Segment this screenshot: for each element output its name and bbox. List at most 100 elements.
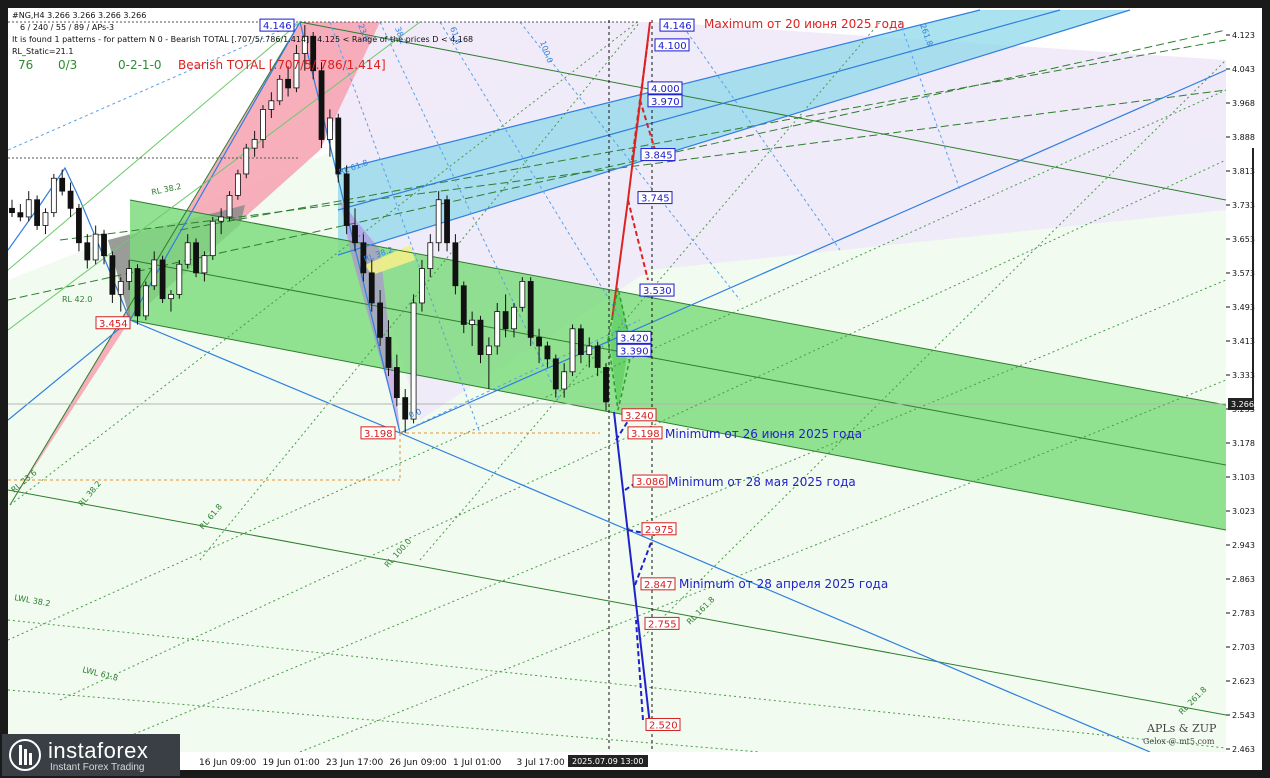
candle-body <box>352 225 358 244</box>
indicator-params: 6 / 240 / 55 / 89 / APs-3 <box>20 23 114 32</box>
candle-body <box>402 397 409 420</box>
price-label-blue: 4.000 <box>647 81 683 95</box>
annotation-min-may: Minimum от 28 мая 2025 года <box>668 475 856 489</box>
price-tick-label: 3.413 <box>1232 337 1255 346</box>
logo-tagline: Instant Forex Trading <box>50 762 145 773</box>
price-tick-label: 2.703 <box>1232 643 1255 652</box>
price-label-blue-text: 3.970 <box>651 97 680 108</box>
candle <box>569 324 576 377</box>
instaforex-logo: instaforex Instant Forex Trading <box>2 734 180 776</box>
candle-body <box>469 319 476 325</box>
price-label-blue-text: 3.420 <box>620 333 649 344</box>
candle-body <box>59 177 66 192</box>
candle-body <box>452 242 459 287</box>
candle-body <box>435 199 442 244</box>
price-tick-label: 3.023 <box>1232 507 1255 516</box>
price-label-blue-text: 3.390 <box>620 346 649 357</box>
candle-body <box>151 259 158 287</box>
price-label-blue-text: 4.100 <box>658 41 687 52</box>
pattern-point-b: 3.454 <box>95 316 131 330</box>
time-tick-label: 26 Jun 09:00 <box>390 758 447 768</box>
candle-body <box>142 285 149 317</box>
price-label-red: 3.240 <box>621 408 657 422</box>
candle-body <box>444 199 450 244</box>
watermark-line1: APLs & ZUP <box>1146 722 1217 735</box>
candle <box>410 294 417 424</box>
counter-a: 76 <box>18 58 33 72</box>
price-label-red-text: 2.520 <box>649 720 678 731</box>
candle-body <box>335 117 342 175</box>
price-label-red-text: 2.975 <box>645 525 674 536</box>
price-label-red: 2.520 <box>645 717 681 731</box>
candle-body <box>410 302 417 420</box>
candle <box>444 195 450 252</box>
price-label-red: 3.198 <box>627 426 663 440</box>
candle-body <box>226 195 233 218</box>
time-tick-label: 16 Jun 09:00 <box>199 758 256 768</box>
candle-body <box>594 345 601 368</box>
candle-body <box>561 371 568 390</box>
price-label-blue-text: 3.745 <box>641 194 670 205</box>
price-tick-label: 3.493 <box>1232 303 1255 312</box>
price-chart[interactable]: RL 38.2 RL 42.0 RL 23.6 RL 38.2 RL 61.8 … <box>0 0 1270 778</box>
pattern-point-d: 3.198 <box>360 426 396 440</box>
candle-body <box>318 70 325 140</box>
candle-body <box>327 117 333 140</box>
candle-body <box>427 242 434 269</box>
price-axis-area <box>1226 8 1262 752</box>
candle-body <box>527 281 534 338</box>
pattern-point-x-text: 4.146 <box>263 21 292 32</box>
price-tick-label: 4.123 <box>1232 31 1255 40</box>
candle <box>34 195 40 230</box>
price-tick-label: 2.783 <box>1232 609 1255 618</box>
price-label-blue-text: 4.000 <box>651 84 680 95</box>
price-label-red-text: 2.755 <box>648 619 677 630</box>
instaforex-mark-icon <box>9 739 41 771</box>
annotation-min-june: Minimum от 26 июня 2025 года <box>665 427 862 441</box>
price-label-blue: 3.420 <box>616 330 652 344</box>
candle-body <box>377 302 384 338</box>
candle-body <box>385 336 392 368</box>
price-tick-label: 3.813 <box>1232 167 1255 176</box>
candle-body <box>569 328 576 373</box>
candle-body <box>234 173 241 196</box>
price-label-blue: 3.530 <box>639 283 675 297</box>
candle-body <box>9 207 15 214</box>
candle-body <box>460 285 467 325</box>
candle-body <box>343 173 350 226</box>
candle-body <box>109 255 116 295</box>
candle <box>159 255 166 303</box>
candle <box>176 259 183 299</box>
price-label-blue: 4.100 <box>654 38 690 52</box>
watermark: APLs & ZUP Gelox @ mt5.com <box>1143 722 1217 746</box>
candle-body <box>502 311 509 330</box>
candle-body <box>519 281 526 308</box>
label-rl-42: RL 42.0 <box>62 295 92 304</box>
candle-body <box>17 212 24 218</box>
candle-body <box>101 233 107 257</box>
time-tick-label: 1 Jul 01:00 <box>453 758 502 768</box>
price-label-red: 3.086 <box>632 474 668 488</box>
price-tick-label: 2.543 <box>1232 711 1255 720</box>
candle <box>142 281 149 321</box>
candle-body <box>368 272 375 304</box>
price-label-blue: 3.390 <box>616 343 652 357</box>
price-label-blue: 3.845 <box>640 148 676 162</box>
price-tick-label: 3.178 <box>1232 439 1255 448</box>
candle-body <box>209 220 216 257</box>
candle-body <box>285 78 291 89</box>
price-label-red: 2.847 <box>640 577 676 591</box>
price-label-red-text: 2.847 <box>644 580 673 591</box>
candle-body <box>176 263 183 295</box>
candle-body <box>268 100 275 110</box>
price-tick-label: 3.103 <box>1232 473 1255 482</box>
annotation-max-june: Maximum от 20 июня 2025 года <box>704 17 905 31</box>
price-label-blue-text: 4.146 <box>663 21 692 32</box>
price-tick-label: 3.888 <box>1232 133 1255 142</box>
candle <box>519 277 526 312</box>
price-label-blue: 3.970 <box>647 94 683 108</box>
price-tick-label: 3.653 <box>1232 235 1255 244</box>
candle-body <box>536 336 542 347</box>
candle-body <box>393 367 400 398</box>
counter-c: 0-2-1-0 <box>118 58 162 72</box>
